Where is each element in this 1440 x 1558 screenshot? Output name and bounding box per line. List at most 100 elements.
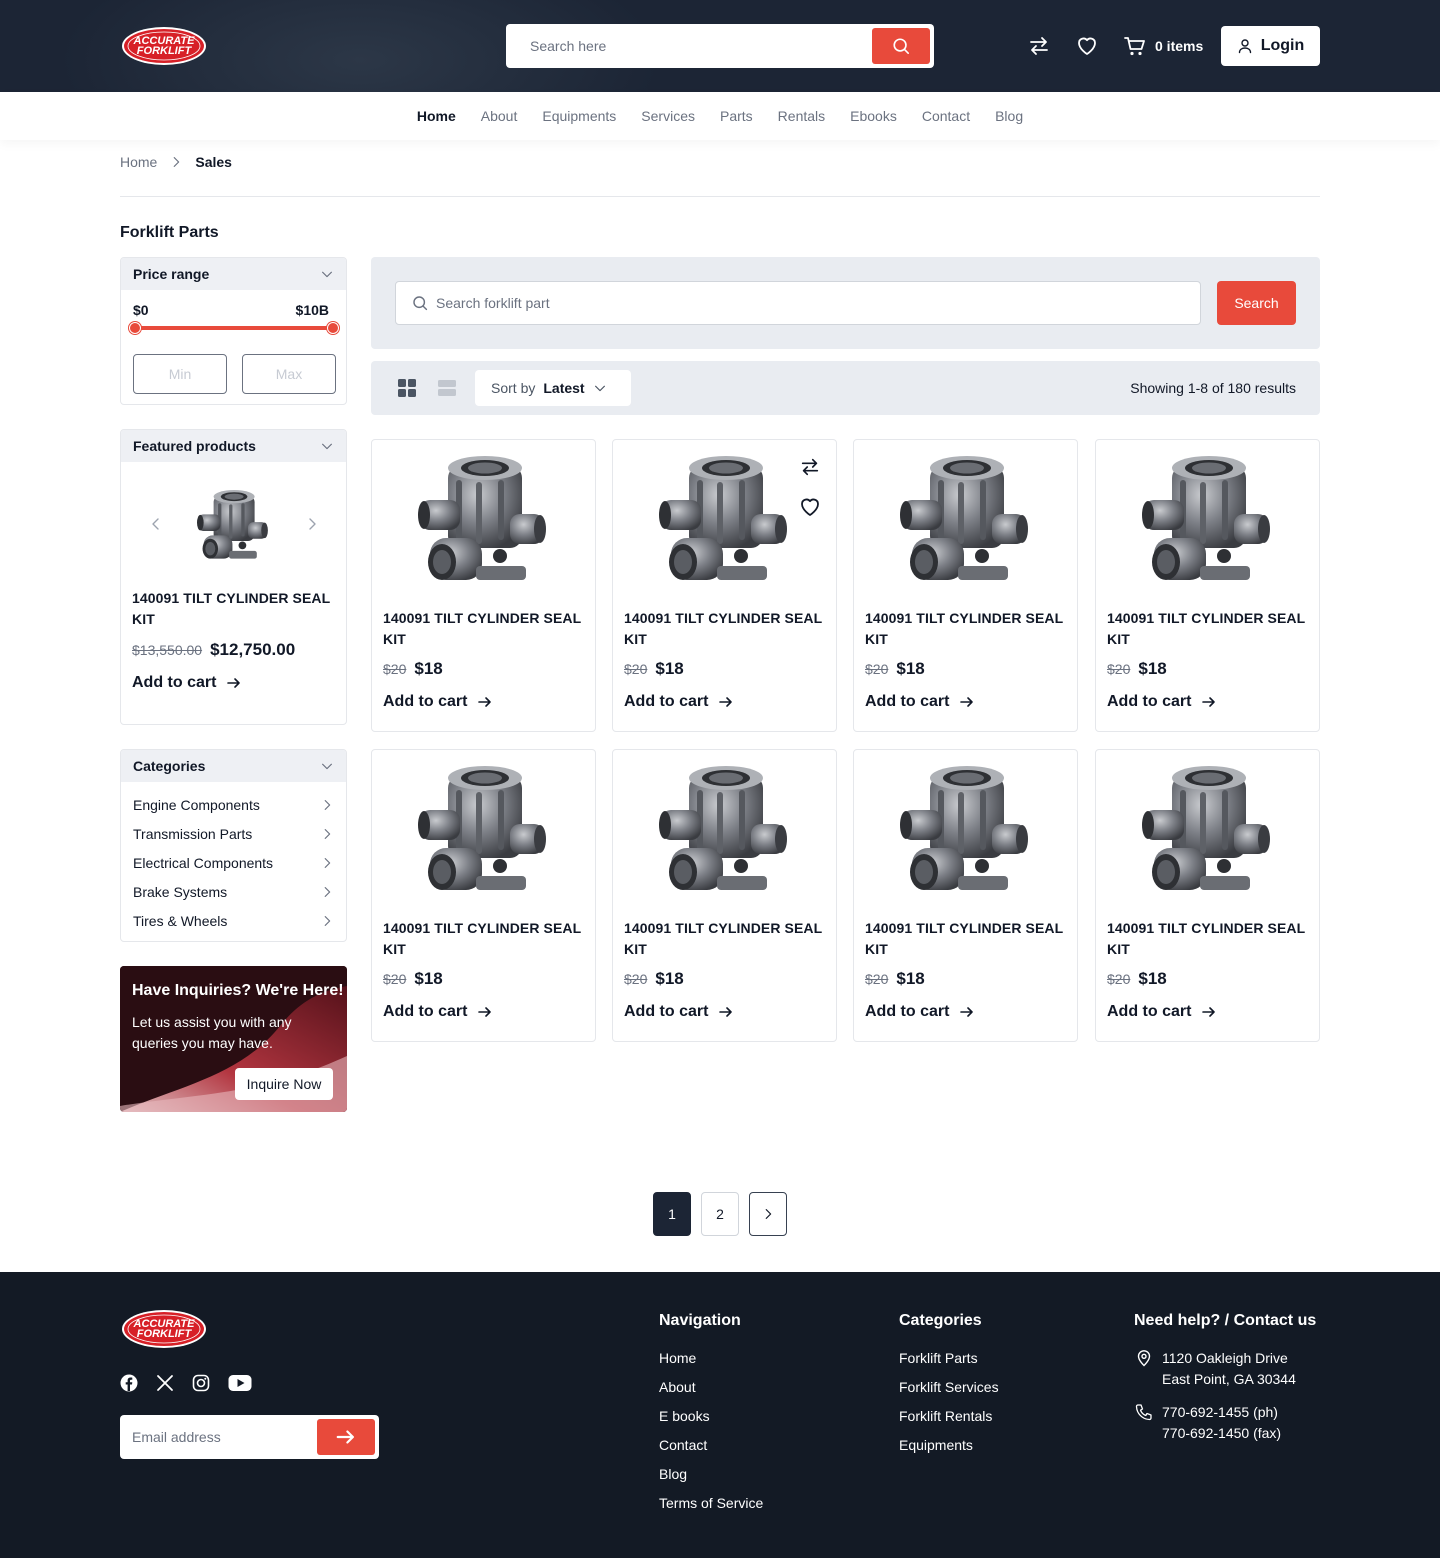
x-icon[interactable] — [156, 1374, 174, 1392]
footer-nav-contact[interactable]: Contact — [659, 1431, 763, 1460]
product-card[interactable]: 140091 TILT CYLINDER SEAL KIT $20 $18 Add… — [853, 749, 1078, 1042]
category-item[interactable]: Brake Systems — [121, 877, 346, 906]
add-to-cart-button[interactable]: Add to cart — [1107, 693, 1217, 711]
list-view-icon[interactable] — [438, 379, 456, 397]
product-name[interactable]: 140091 TILT CYLINDER SEAL KIT — [624, 608, 834, 650]
max-price-input[interactable]: Max — [242, 354, 336, 394]
category-item[interactable]: Tires & Wheels — [121, 906, 346, 935]
footer-category-services[interactable]: Forklift Services — [899, 1373, 999, 1402]
price-slider-track[interactable] — [129, 322, 339, 334]
email-input[interactable] — [120, 1415, 315, 1459]
product-card[interactable]: 140091 TILT CYLINDER SEAL KIT $20 $18 Add… — [1095, 439, 1320, 732]
add-to-cart-button[interactable]: Add to cart — [383, 693, 493, 711]
product-image[interactable] — [1142, 764, 1272, 898]
header-search-input[interactable] — [506, 24, 866, 68]
part-search-button[interactable]: Search — [1217, 281, 1296, 325]
compare-icon[interactable] — [799, 456, 821, 478]
product-image[interactable] — [900, 764, 1030, 898]
next-page-button[interactable] — [749, 1192, 787, 1236]
product-card[interactable]: 140091 TILT CYLINDER SEAL KIT $20 $18 Add… — [371, 439, 596, 732]
product-name[interactable]: 140091 TILT CYLINDER SEAL KIT — [1107, 608, 1317, 650]
footer-nav-about[interactable]: About — [659, 1373, 763, 1402]
featured-product-image[interactable] — [197, 486, 269, 566]
min-price-input[interactable]: Min — [133, 354, 227, 394]
product-name[interactable]: 140091 TILT CYLINDER SEAL KIT — [1107, 918, 1317, 960]
price-range-header[interactable]: Price range — [121, 258, 346, 290]
chevron-left-icon[interactable] — [148, 516, 164, 532]
newsletter-submit-button[interactable] — [317, 1419, 375, 1455]
add-to-cart-button[interactable]: Add to cart — [1107, 1003, 1217, 1021]
category-item[interactable]: Transmission Parts — [121, 819, 346, 848]
featured-product-name[interactable]: 140091 TILT CYLINDER SEAL KIT — [132, 588, 337, 630]
product-card[interactable]: 140091 TILT CYLINDER SEAL KIT $20 $18 Add… — [612, 749, 837, 1042]
add-to-cart-button[interactable]: Add to cart — [383, 1003, 493, 1021]
heart-icon[interactable] — [798, 495, 822, 519]
product-image[interactable] — [418, 764, 548, 898]
featured-add-to-cart[interactable]: Add to cart — [132, 674, 242, 692]
footer-nav-blog[interactable]: Blog — [659, 1460, 763, 1489]
cart-button[interactable]: 0 items — [1123, 34, 1203, 58]
footer-category-equipments[interactable]: Equipments — [899, 1431, 999, 1460]
product-image[interactable] — [418, 454, 548, 588]
nav-about[interactable]: About — [481, 108, 518, 124]
product-image[interactable] — [659, 454, 789, 588]
add-to-cart-button[interactable]: Add to cart — [865, 1003, 975, 1021]
footer-nav-home[interactable]: Home — [659, 1344, 763, 1373]
product-card[interactable]: 140091 TILT CYLINDER SEAL KIT $20 $18 Add… — [1095, 749, 1320, 1042]
login-button[interactable]: Login — [1221, 26, 1320, 66]
nav-blog[interactable]: Blog — [995, 108, 1023, 124]
accurate-forklift-logo[interactable] — [121, 26, 207, 66]
price-slider-max-handle[interactable] — [327, 322, 339, 334]
product-card[interactable]: 140091 TILT CYLINDER SEAL KIT $20 $18 Add… — [853, 439, 1078, 732]
inquire-now-button[interactable]: Inquire Now — [235, 1068, 333, 1100]
part-search-input[interactable]: Search forklift part — [395, 281, 1201, 325]
phone-number[interactable]: 770-692-1455 (ph) — [1162, 1402, 1281, 1423]
page-2-button[interactable]: 2 — [701, 1192, 739, 1236]
add-to-cart-button[interactable]: Add to cart — [624, 1003, 734, 1021]
page-1-button[interactable]: 1 — [653, 1192, 691, 1236]
breadcrumb-home[interactable]: Home — [120, 154, 157, 170]
featured-header[interactable]: Featured products — [121, 430, 346, 462]
product-name[interactable]: 140091 TILT CYLINDER SEAL KIT — [865, 608, 1075, 650]
footer-nav-list: Home About E books Contact Blog Terms of… — [659, 1344, 763, 1518]
category-item[interactable]: Engine Components — [121, 790, 346, 819]
nav-contact[interactable]: Contact — [922, 108, 970, 124]
add-to-cart-button[interactable]: Add to cart — [624, 693, 734, 711]
footer-nav-terms[interactable]: Terms of Service — [659, 1489, 763, 1518]
chevron-right-icon — [169, 155, 183, 169]
price-range-values: $0 $10B — [133, 302, 329, 318]
product-name[interactable]: 140091 TILT CYLINDER SEAL KIT — [383, 608, 593, 650]
category-item[interactable]: Electrical Components — [121, 848, 346, 877]
nav-rentals[interactable]: Rentals — [778, 108, 825, 124]
product-name[interactable]: 140091 TILT CYLINDER SEAL KIT — [624, 918, 834, 960]
product-card[interactable]: 140091 TILT CYLINDER SEAL KIT $20 $18 Add… — [371, 749, 596, 1042]
header-search-button[interactable] — [872, 28, 930, 64]
nav-ebooks[interactable]: Ebooks — [850, 108, 897, 124]
categories-header[interactable]: Categories — [121, 750, 346, 782]
new-price: $18 — [655, 969, 684, 988]
nav-home[interactable]: Home — [417, 108, 456, 124]
add-to-cart-button[interactable]: Add to cart — [865, 693, 975, 711]
footer-category-rentals[interactable]: Forklift Rentals — [899, 1402, 999, 1431]
product-image[interactable] — [1142, 454, 1272, 588]
product-name[interactable]: 140091 TILT CYLINDER SEAL KIT — [865, 918, 1075, 960]
facebook-icon[interactable] — [120, 1374, 138, 1392]
sort-dropdown[interactable]: Sort by Latest — [475, 370, 631, 406]
compare-icon[interactable] — [1027, 34, 1051, 58]
heart-icon[interactable] — [1075, 34, 1099, 58]
product-name[interactable]: 140091 TILT CYLINDER SEAL KIT — [383, 918, 593, 960]
product-image[interactable] — [659, 764, 789, 898]
product-image[interactable] — [900, 454, 1030, 588]
grid-view-icon[interactable] — [398, 379, 416, 397]
nav-equipments[interactable]: Equipments — [542, 108, 616, 124]
nav-services[interactable]: Services — [641, 108, 695, 124]
footer-nav-ebooks[interactable]: E books — [659, 1402, 763, 1431]
footer-logo[interactable] — [121, 1309, 207, 1349]
footer-category-parts[interactable]: Forklift Parts — [899, 1344, 999, 1373]
instagram-icon[interactable] — [192, 1374, 210, 1392]
nav-parts[interactable]: Parts — [720, 108, 753, 124]
price-slider-min-handle[interactable] — [129, 322, 141, 334]
chevron-right-icon[interactable] — [304, 516, 320, 532]
product-card[interactable]: 140091 TILT CYLINDER SEAL KIT $20 $18 Add… — [612, 439, 837, 732]
youtube-icon[interactable] — [228, 1374, 252, 1392]
